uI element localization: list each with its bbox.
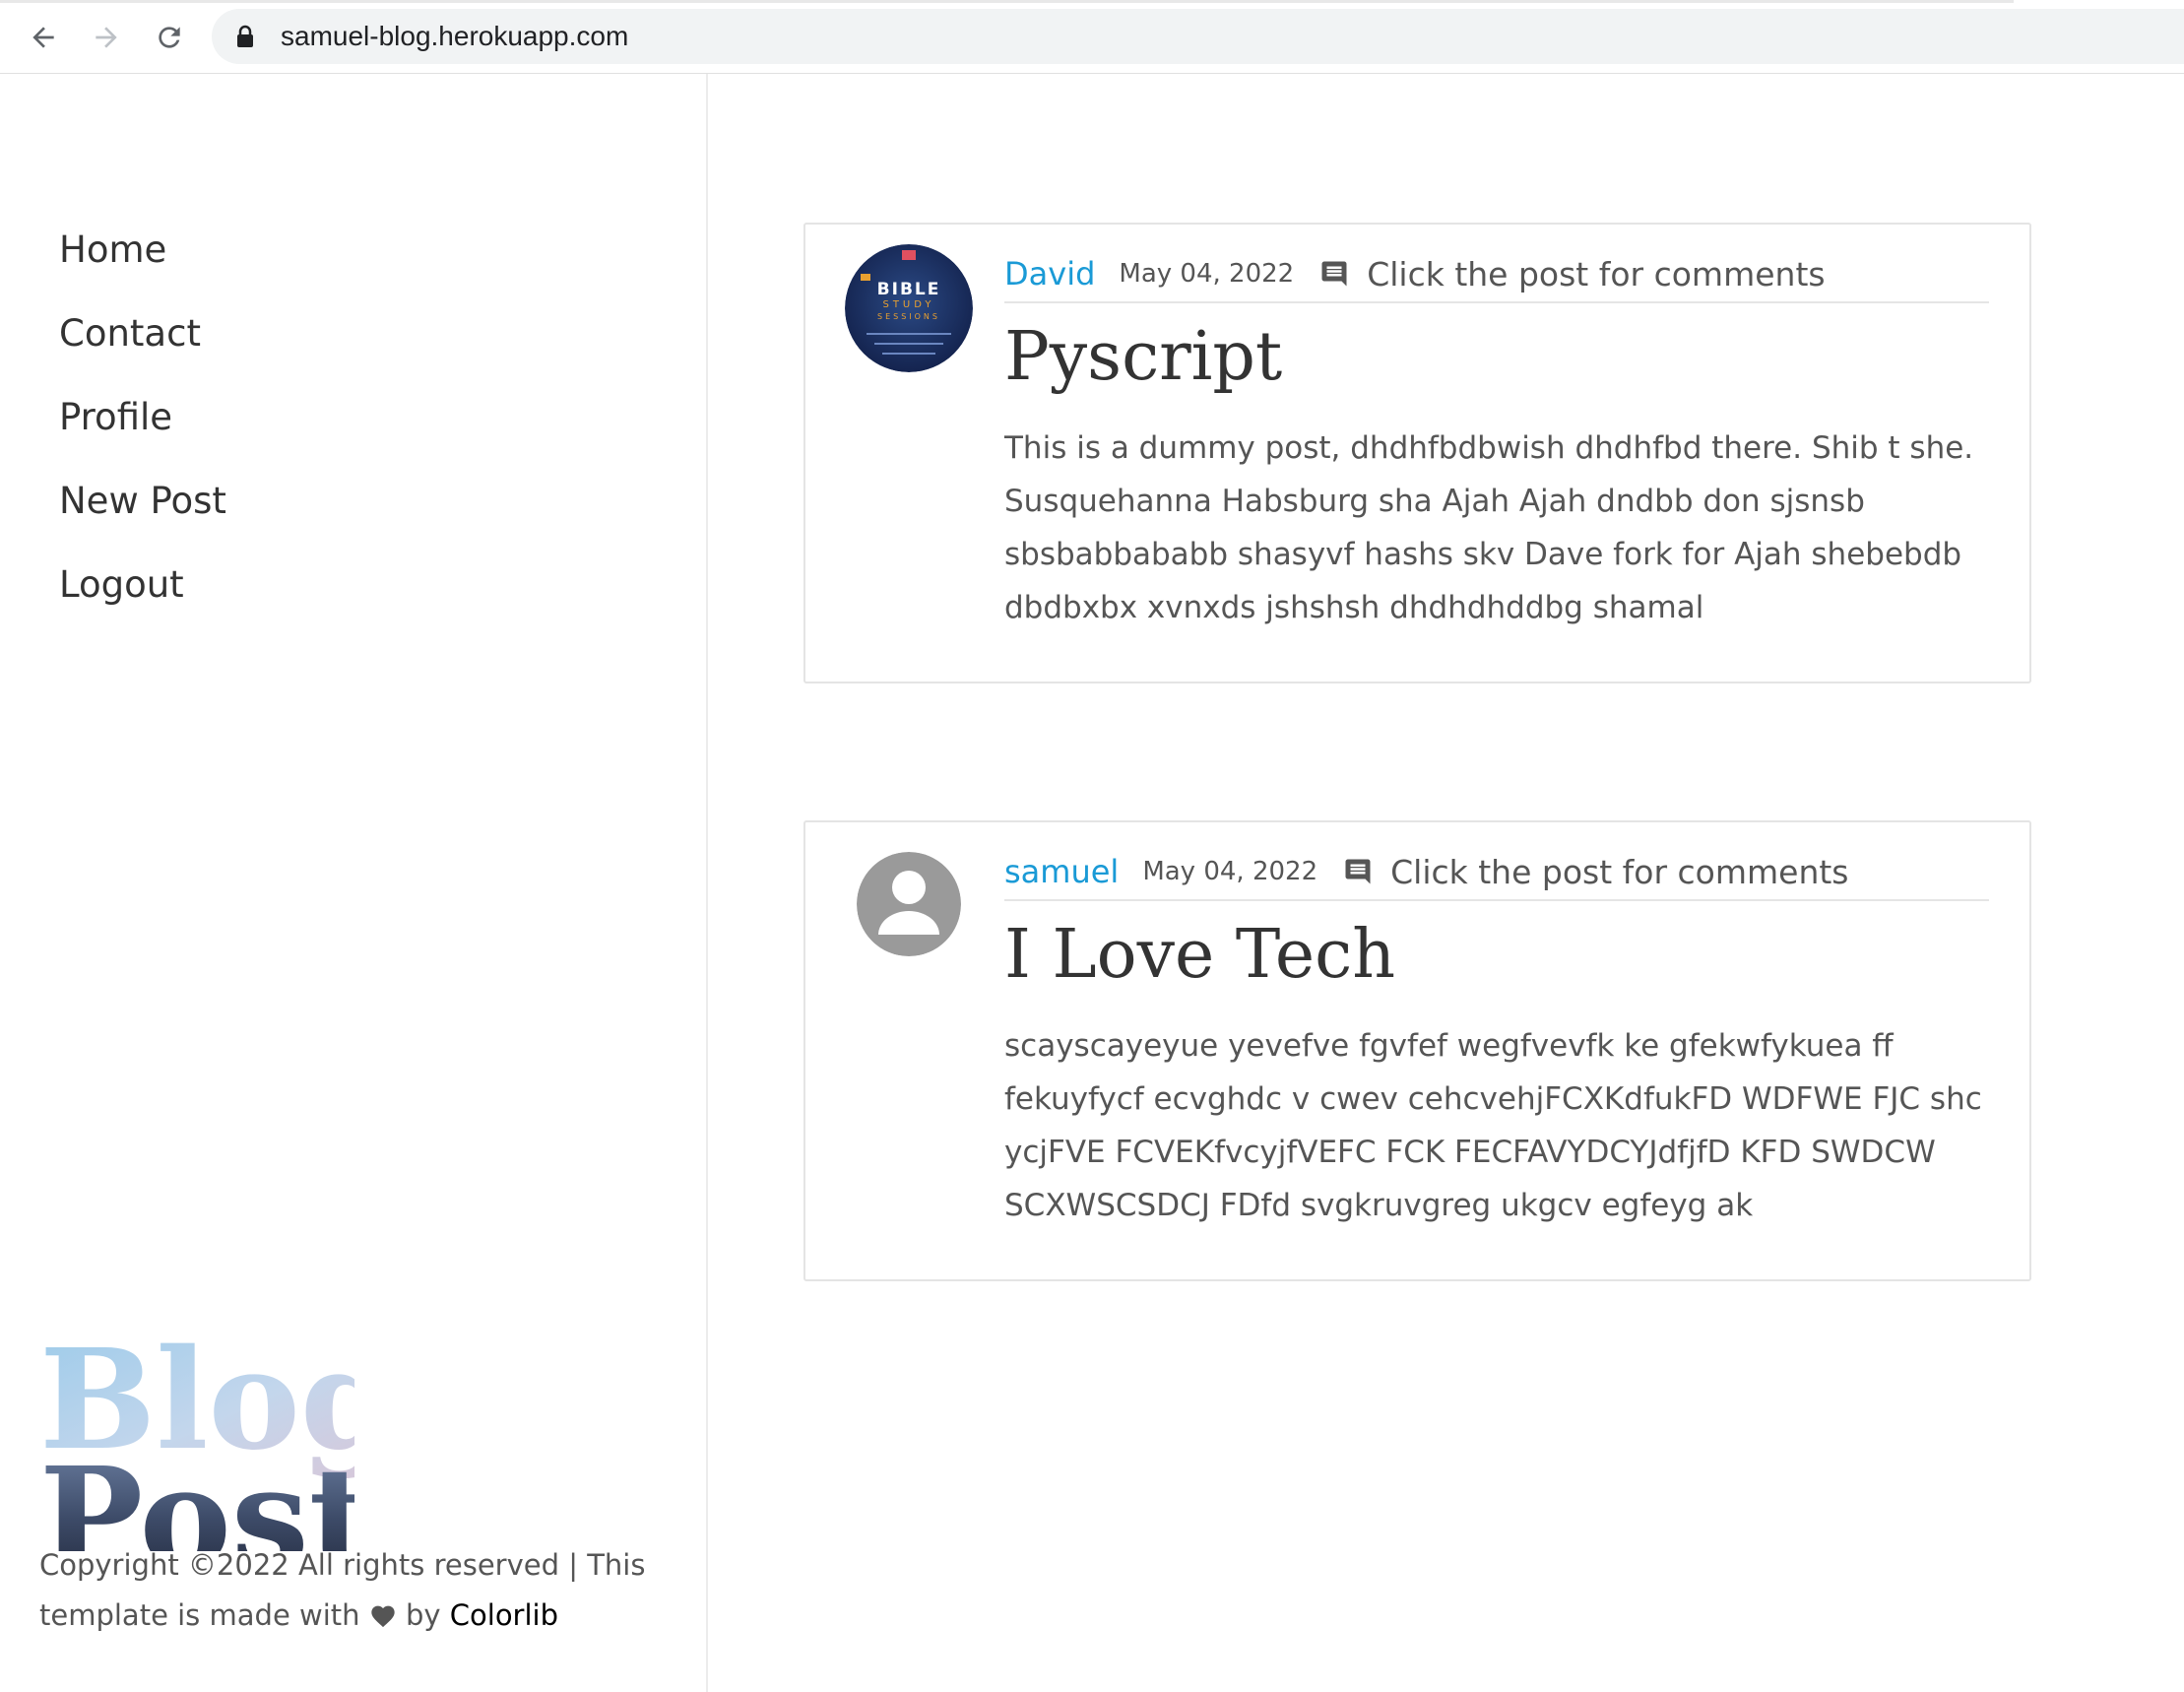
svg-text:STUDY: STUDY xyxy=(882,299,934,310)
svg-text:BIBLE: BIBLE xyxy=(877,280,941,299)
reload-icon xyxy=(159,27,180,48)
author-link[interactable]: David xyxy=(1004,255,1095,293)
author-link[interactable]: samuel xyxy=(1004,853,1119,890)
author-avatar[interactable]: BIBLE STUDY SESSIONS xyxy=(845,244,973,372)
post-date: May 04, 2022 xyxy=(1119,259,1295,289)
post-title[interactable]: Pyscript xyxy=(1004,318,1282,396)
post-date: May 04, 2022 xyxy=(1142,857,1318,886)
default-user-icon xyxy=(857,852,961,956)
post-card[interactable]: BIBLE STUDY SESSIONS David May 04, 2022 … xyxy=(803,223,2031,683)
address-bar[interactable]: samuel-blog.herokuapp.com xyxy=(212,9,2184,64)
post-excerpt: This is a dummy post, dhdhfbdbwish dhdhf… xyxy=(1004,430,1974,625)
nav-item-home[interactable]: Home xyxy=(59,227,226,310)
copyright-text: Copyright ©2022 All rights reserved | Th… xyxy=(39,1548,646,1632)
reload-button[interactable] xyxy=(150,18,189,57)
nav-item-logout[interactable]: Logout xyxy=(59,561,226,645)
arrow-left-icon xyxy=(32,27,54,48)
post-title[interactable]: I Love Tech xyxy=(1004,916,1395,994)
url-text: samuel-blog.herokuapp.com xyxy=(281,21,629,51)
blog-post-logo[interactable]: Blog Post xyxy=(39,1236,354,1551)
sidebar-nav: Home Contact Profile New Post Logout xyxy=(59,227,226,645)
author-avatar[interactable] xyxy=(857,852,961,956)
nav-item-new-post[interactable]: New Post xyxy=(59,478,226,561)
post-card[interactable]: samuel May 04, 2022 Click the post for c… xyxy=(803,820,2031,1281)
arrow-right-icon xyxy=(96,27,117,48)
post-meta: David May 04, 2022 Click the post for co… xyxy=(1004,246,1989,303)
post-excerpt: scayscayeyue yevefve fgvfef wegfvevfk ke… xyxy=(1004,1028,1982,1223)
heart-icon xyxy=(371,1605,395,1628)
lock-icon xyxy=(237,25,253,47)
svg-text:Post: Post xyxy=(39,1438,354,1551)
comment-icon xyxy=(1345,859,1371,884)
browser-toolbar: samuel-blog.herokuapp.com xyxy=(0,0,2184,74)
nav-item-contact[interactable]: Contact xyxy=(59,310,226,394)
comment-prompt[interactable]: Click the post for comments xyxy=(1367,255,1825,293)
nav-item-profile[interactable]: Profile xyxy=(59,394,226,478)
page-load-progress xyxy=(0,0,2014,3)
comment-icon xyxy=(1321,261,1347,287)
comment-prompt[interactable]: Click the post for comments xyxy=(1390,853,1848,891)
svg-text:SESSIONS: SESSIONS xyxy=(877,312,940,321)
bible-study-avatar-image: BIBLE STUDY SESSIONS xyxy=(845,244,973,372)
back-button[interactable] xyxy=(24,18,63,57)
colorlib-link[interactable]: Colorlib xyxy=(450,1598,558,1632)
forward-button[interactable] xyxy=(87,18,126,57)
sidebar: Home Contact Profile New Post Logout Blo… xyxy=(0,74,708,1692)
post-meta: samuel May 04, 2022 Click the post for c… xyxy=(1004,844,1989,901)
